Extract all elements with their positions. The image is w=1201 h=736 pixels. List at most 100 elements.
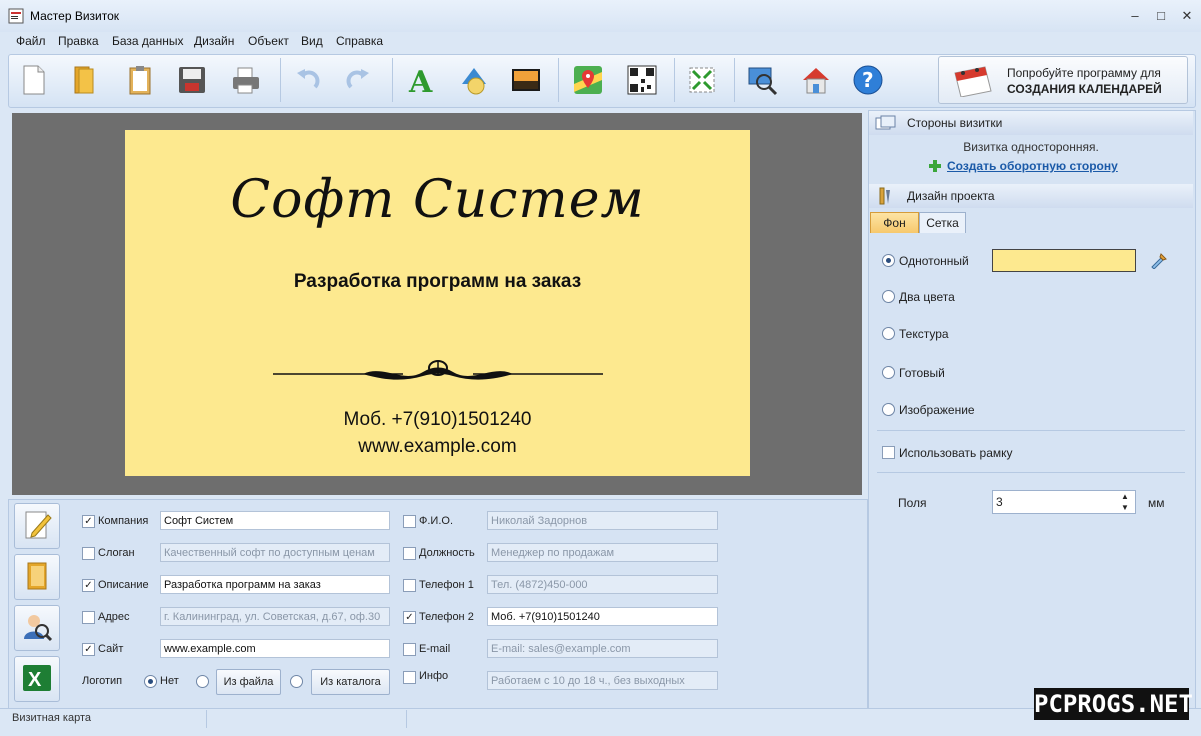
clipboard-icon[interactable] — [120, 60, 160, 100]
logo-file-radio[interactable] — [196, 675, 209, 688]
address-field[interactable]: г. Калининград, ул. Советская, д.67, оф.… — [160, 607, 390, 626]
menu-file[interactable]: Файл — [16, 34, 46, 48]
card-description-text[interactable]: Разработка программ на заказ — [125, 271, 750, 293]
email-label: E-mail — [419, 643, 451, 655]
email-checkbox[interactable] — [403, 643, 416, 656]
fio-label: Ф.И.О. — [419, 515, 453, 527]
menu-edit[interactable]: Правка — [58, 34, 99, 48]
preview-icon[interactable] — [742, 60, 782, 100]
ornament-divider[interactable] — [273, 360, 603, 393]
logo-from-file-button[interactable]: Из файла — [216, 669, 281, 695]
phone1-checkbox[interactable] — [403, 579, 416, 592]
title-bar — [0, 0, 1201, 32]
fio-checkbox[interactable] — [403, 515, 416, 528]
phone1-label: Телефон 1 — [419, 579, 474, 591]
save-icon[interactable] — [172, 60, 212, 100]
shapes-icon[interactable] — [454, 60, 494, 100]
user-search-button[interactable] — [14, 605, 60, 651]
color-swatch[interactable] — [992, 249, 1136, 272]
undo-icon[interactable] — [288, 60, 328, 100]
maximize-button[interactable]: □ — [1148, 6, 1174, 26]
fit-page-icon[interactable] — [682, 60, 722, 100]
company-field[interactable]: Софт Систем — [160, 511, 390, 530]
image-radio[interactable] — [882, 403, 895, 416]
phone1-field[interactable]: Тел. (4872)450-000 — [487, 575, 718, 594]
menu-help[interactable]: Справка — [336, 34, 383, 48]
print-icon[interactable] — [226, 60, 266, 100]
help-icon[interactable]: ? — [848, 60, 888, 100]
status-divider — [206, 710, 207, 728]
use-frame-checkbox[interactable] — [882, 446, 895, 459]
close-button[interactable]: ✕ — [1174, 6, 1200, 26]
new-file-icon[interactable] — [14, 60, 54, 100]
logo-catalog-radio[interactable] — [290, 675, 303, 688]
create-back-side-link[interactable]: Создать оборотную сторону — [947, 159, 1118, 173]
solid-color-radio[interactable] — [882, 254, 895, 267]
card-phone-text[interactable]: Моб. +7(910)1501240 — [125, 409, 750, 431]
watermark-logo: PCPROGS.NET — [1034, 688, 1193, 720]
company-checkbox[interactable]: ✓ — [82, 515, 95, 528]
plus-icon — [928, 159, 942, 176]
toolbar-separator — [674, 58, 675, 102]
info-checkbox[interactable] — [403, 671, 416, 684]
tab-grid[interactable]: Сетка — [919, 212, 966, 234]
site-label: Сайт — [98, 643, 124, 655]
card-site-text[interactable]: www.example.com — [125, 436, 750, 458]
spin-down-icon[interactable]: ▼ — [1121, 503, 1129, 512]
site-checkbox[interactable]: ✓ — [82, 643, 95, 656]
menu-view[interactable]: Вид — [301, 34, 323, 48]
phone2-checkbox[interactable]: ✓ — [403, 611, 416, 624]
site-field[interactable]: www.example.com — [160, 639, 390, 658]
card-sides-icon — [875, 115, 897, 139]
text-icon[interactable]: A — [402, 60, 442, 100]
redo-icon[interactable] — [338, 60, 378, 100]
excel-export-button[interactable]: X — [14, 656, 60, 702]
position-checkbox[interactable] — [403, 547, 416, 560]
qr-code-icon[interactable] — [622, 60, 662, 100]
business-card[interactable]: Софт Систем Разработка программ на заказ… — [125, 130, 750, 476]
address-checkbox[interactable] — [82, 611, 95, 624]
logo-from-catalog-button[interactable]: Из каталога — [311, 669, 390, 695]
logo-label: Логотип — [82, 675, 123, 687]
excel-icon: X — [21, 663, 53, 696]
design-title: Дизайн проекта — [907, 189, 995, 203]
texture-radio[interactable] — [882, 327, 895, 340]
sides-section-header[interactable]: Стороны визитки — [869, 111, 1193, 135]
menu-object[interactable]: Объект — [248, 34, 289, 48]
tab-background[interactable]: Фон — [870, 212, 919, 234]
margins-spinbox[interactable]: 3 ▲ ▼ — [992, 490, 1136, 514]
edit-card-button[interactable] — [14, 503, 60, 549]
two-colors-label: Два цвета — [899, 290, 955, 304]
eyedropper-icon[interactable] — [1150, 251, 1168, 272]
slogan-field[interactable]: Качественный софт по доступным ценам — [160, 543, 390, 562]
card-company-text[interactable]: Софт Систем — [125, 170, 750, 230]
home-icon[interactable] — [796, 60, 836, 100]
description-label: Описание — [98, 579, 149, 591]
calendar-icon — [951, 65, 995, 100]
menu-database[interactable]: База данных — [112, 34, 183, 48]
promo-text-line2: СОЗДАНИЯ КАЛЕНДАРЕЙ — [1007, 82, 1162, 96]
description-field[interactable]: Разработка программ на заказ — [160, 575, 390, 594]
divider — [877, 430, 1185, 431]
promo-button[interactable]: Попробуйте программу для СОЗДАНИЯ КАЛЕНД… — [938, 56, 1188, 104]
spin-up-icon[interactable]: ▲ — [1121, 492, 1129, 501]
description-checkbox[interactable]: ✓ — [82, 579, 95, 592]
phone2-field[interactable]: Моб. +7(910)1501240 — [487, 607, 718, 626]
contacts-book-button[interactable] — [14, 554, 60, 600]
two-colors-radio[interactable] — [882, 290, 895, 303]
email-field[interactable]: E-mail: sales@example.com — [487, 639, 718, 658]
ready-radio[interactable] — [882, 366, 895, 379]
menu-design[interactable]: Дизайн — [194, 34, 234, 48]
status-text: Визитная карта — [12, 712, 91, 724]
map-icon[interactable] — [568, 60, 608, 100]
margins-unit: мм — [1148, 496, 1165, 510]
info-field[interactable]: Работаем с 10 до 18 ч., без выходных — [487, 671, 718, 690]
position-field[interactable]: Менеджер по продажам — [487, 543, 718, 562]
open-folder-icon[interactable] — [64, 60, 104, 100]
image-icon[interactable] — [506, 60, 546, 100]
slogan-checkbox[interactable] — [82, 547, 95, 560]
minimize-button[interactable]: ‒ — [1122, 6, 1148, 26]
logo-none-radio[interactable] — [144, 675, 157, 688]
fio-field[interactable]: Николай Задорнов — [487, 511, 718, 530]
design-section-header[interactable]: Дизайн проекта — [869, 184, 1193, 208]
